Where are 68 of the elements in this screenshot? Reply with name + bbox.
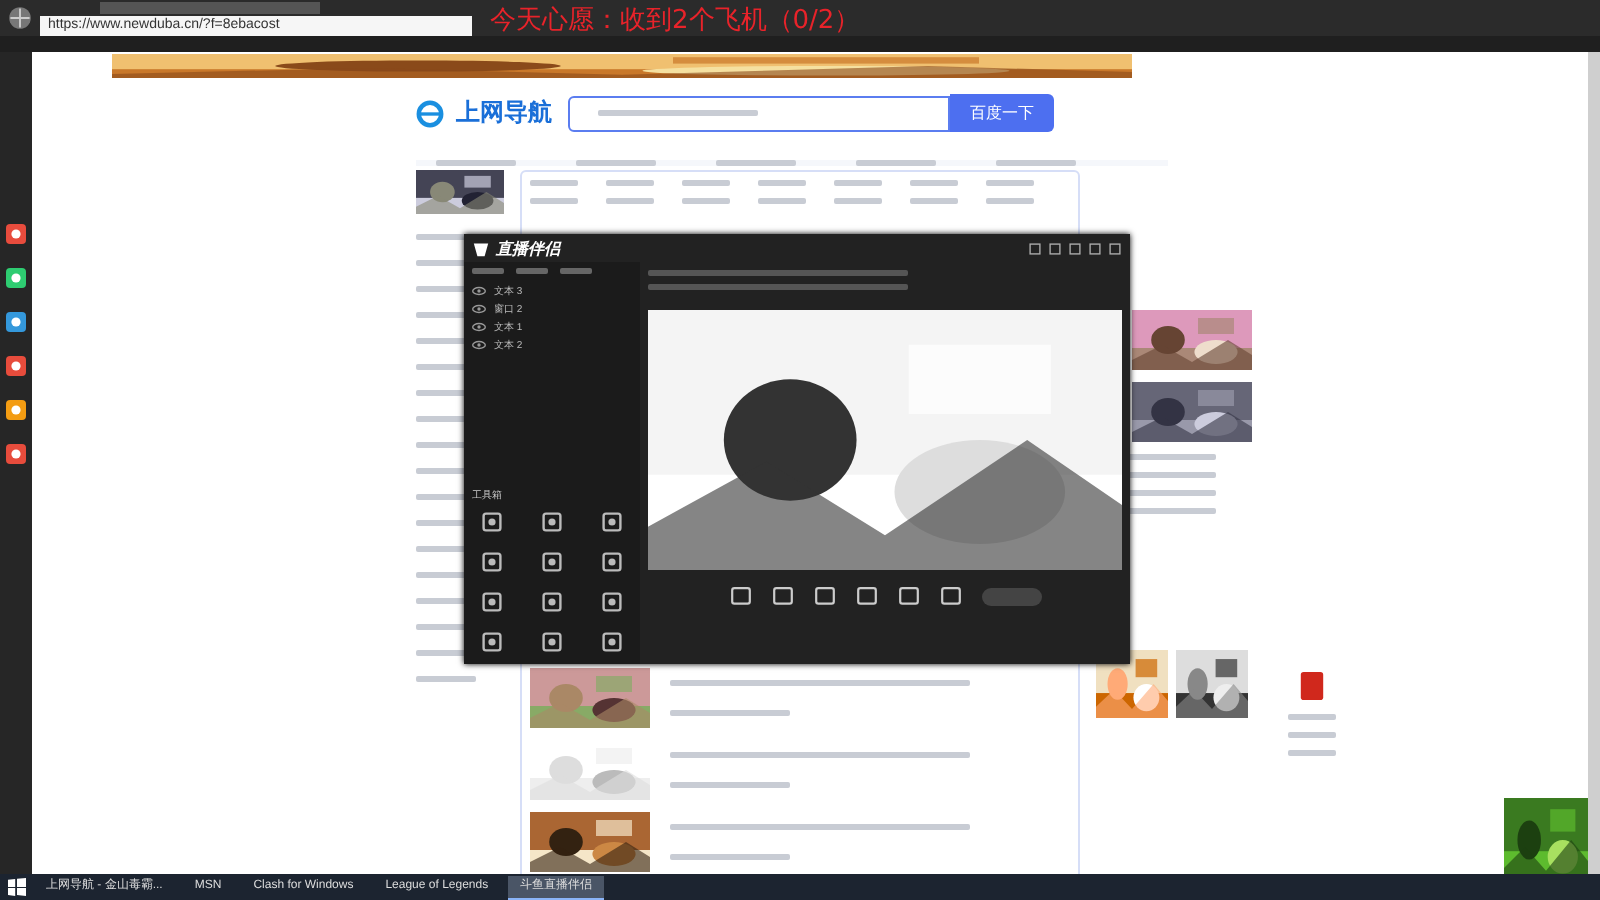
blurred-text-line	[530, 198, 578, 204]
blurred-text-line	[758, 180, 806, 186]
control-icon[interactable]	[813, 586, 835, 608]
control-icon[interactable]	[729, 586, 751, 608]
tool-icon[interactable]	[600, 630, 624, 654]
control-icon[interactable]	[771, 586, 793, 608]
blurred-text-line	[1288, 714, 1336, 720]
tool-icon[interactable]	[480, 510, 504, 534]
app-icon[interactable]	[6, 356, 26, 376]
blurred-text-line	[986, 198, 1034, 204]
blurred-text-line	[996, 160, 1076, 166]
blurred-text-line	[986, 180, 1034, 186]
blurred-text-line	[716, 160, 796, 166]
blurred-text-line	[670, 854, 790, 860]
blurred-text-line	[416, 676, 476, 682]
search-button[interactable]: 百度一下	[950, 94, 1054, 132]
blurred-text-line	[576, 160, 656, 166]
tool-icon[interactable]	[540, 550, 564, 574]
app-icon[interactable]	[6, 268, 26, 288]
blurred-text-line	[530, 180, 578, 186]
windows-icon[interactable]	[8, 878, 26, 896]
globe-icon[interactable]	[8, 6, 32, 30]
blurred-text-line	[834, 180, 882, 186]
tool-icon[interactable]	[540, 590, 564, 614]
blurred-text-line	[1288, 732, 1336, 738]
tool-icon[interactable]	[480, 550, 504, 574]
eye-icon[interactable]	[472, 284, 486, 298]
control-icon[interactable]	[897, 586, 919, 608]
site-logo: 上网导航	[456, 96, 554, 130]
blurred-text-line	[1288, 750, 1336, 756]
app-title: 直播伴侣	[496, 237, 560, 259]
tool-icon[interactable]	[600, 550, 624, 574]
tool-icon[interactable]	[480, 630, 504, 654]
control-icon[interactable]	[855, 586, 877, 608]
blurred-text-line	[516, 268, 548, 274]
eye-icon[interactable]	[472, 320, 486, 334]
e-logo-icon[interactable]	[416, 99, 444, 127]
overlay-caption: 今天心愿：收到2个飞机（0/2）	[490, 4, 861, 38]
app-icon[interactable]	[6, 400, 26, 420]
start-button[interactable]	[981, 588, 1041, 606]
blurred-text-line	[758, 198, 806, 204]
blurred-text-line	[910, 198, 958, 204]
tool-icon[interactable]	[600, 590, 624, 614]
scrollbar[interactable]	[1588, 52, 1600, 874]
blurred-text-line	[670, 782, 790, 788]
tool-icon[interactable]	[600, 510, 624, 534]
blurred-text-line	[682, 180, 730, 186]
app-icon[interactable]	[6, 312, 26, 332]
control-icon[interactable]	[939, 586, 961, 608]
blurred-text-line	[436, 160, 516, 166]
search-field[interactable]	[568, 95, 950, 131]
blurred-text-line	[560, 268, 592, 274]
tool-icon[interactable]	[540, 630, 564, 654]
blurred-text-line	[910, 180, 958, 186]
app-logo-icon[interactable]	[472, 239, 490, 257]
app-icon[interactable]	[6, 224, 26, 244]
tool-icon[interactable]	[480, 590, 504, 614]
blurred-text-line	[606, 180, 654, 186]
eye-icon[interactable]	[472, 338, 486, 352]
blurred-text-line	[682, 198, 730, 204]
blurred-text-line	[670, 710, 790, 716]
blurred-text-line	[856, 160, 936, 166]
blurred-text-line	[834, 198, 882, 204]
eye-icon[interactable]	[472, 302, 486, 316]
blurred-text-line	[606, 198, 654, 204]
tool-icon[interactable]	[540, 510, 564, 534]
envelope-icon[interactable]	[1298, 670, 1326, 702]
app-icon[interactable]	[6, 444, 26, 464]
